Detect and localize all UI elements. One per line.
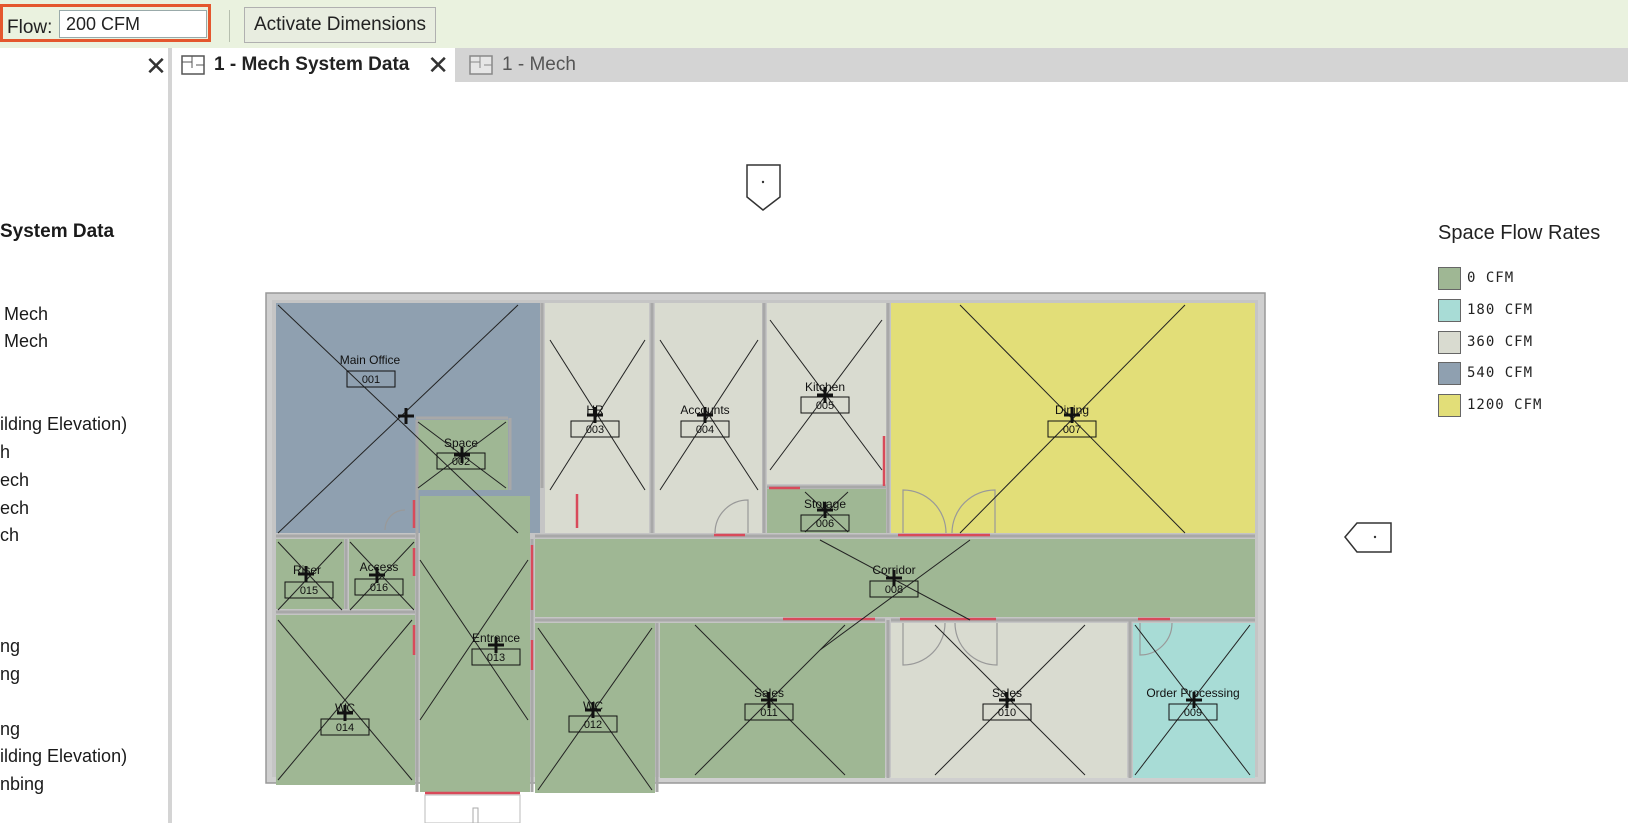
- legend-swatch: [1438, 393, 1461, 417]
- svg-text:Corridor: Corridor: [872, 563, 915, 577]
- legend-item: 360 CFM: [1438, 330, 1533, 354]
- svg-text:Main Office: Main Office: [340, 353, 401, 367]
- svg-text:003: 003: [586, 424, 604, 436]
- svg-text:Sales: Sales: [754, 686, 784, 700]
- floor-plan[interactable]: Main Office 001 Space 002 HR 003 Account…: [0, 0, 1628, 823]
- legend-label: 1200 CFM: [1467, 397, 1543, 413]
- legend-swatch: [1438, 266, 1461, 290]
- svg-text:Accounts: Accounts: [680, 403, 729, 417]
- svg-text:Dining: Dining: [1055, 403, 1089, 417]
- svg-text:Kitchen: Kitchen: [805, 380, 845, 394]
- svg-text:Entrance: Entrance: [472, 631, 520, 645]
- legend-item: 540 CFM: [1438, 361, 1533, 385]
- svg-text:Access: Access: [360, 560, 399, 574]
- legend-item: 180 CFM: [1438, 298, 1533, 322]
- svg-text:007: 007: [1063, 424, 1081, 436]
- svg-text:Storage: Storage: [804, 497, 846, 511]
- room-hr[interactable]: [545, 303, 649, 533]
- svg-text:004: 004: [696, 424, 714, 436]
- legend-item: 0 CFM: [1438, 266, 1514, 290]
- svg-text:002: 002: [452, 456, 470, 468]
- svg-text:013: 013: [487, 652, 505, 664]
- legend-label: 0 CFM: [1467, 270, 1515, 286]
- legend-label: 540 CFM: [1467, 365, 1534, 381]
- svg-text:Space: Space: [444, 436, 478, 450]
- svg-text:WC: WC: [335, 701, 355, 715]
- svg-text:HR: HR: [586, 403, 604, 417]
- legend-item: 1200 CFM: [1438, 393, 1542, 417]
- elevation-marker-east[interactable]: [1344, 522, 1392, 553]
- svg-text:001: 001: [362, 374, 380, 386]
- legend-label: 360 CFM: [1467, 334, 1534, 350]
- legend-swatch: [1438, 330, 1461, 354]
- svg-text:011: 011: [760, 707, 778, 719]
- svg-text:006: 006: [816, 518, 834, 530]
- svg-text:008: 008: [885, 584, 903, 596]
- legend-label: 180 CFM: [1467, 302, 1534, 318]
- svg-text:Sales: Sales: [992, 686, 1022, 700]
- svg-text:010: 010: [998, 707, 1016, 719]
- svg-text:Order Processing: Order Processing: [1146, 686, 1239, 700]
- svg-text:Riser: Riser: [293, 563, 321, 577]
- legend-swatch: [1438, 361, 1461, 385]
- svg-text:WC: WC: [583, 699, 603, 713]
- svg-text:014: 014: [336, 722, 354, 734]
- legend-title: Space Flow Rates: [1438, 222, 1601, 244]
- elevation-marker-north[interactable]: [746, 164, 781, 211]
- legend-swatch: [1438, 298, 1461, 322]
- svg-text:012: 012: [584, 719, 602, 731]
- room-accounts[interactable]: [655, 303, 762, 533]
- svg-text:009: 009: [1184, 707, 1202, 719]
- svg-text:005: 005: [816, 400, 834, 412]
- svg-text:015: 015: [300, 585, 318, 597]
- svg-text:016: 016: [370, 582, 388, 594]
